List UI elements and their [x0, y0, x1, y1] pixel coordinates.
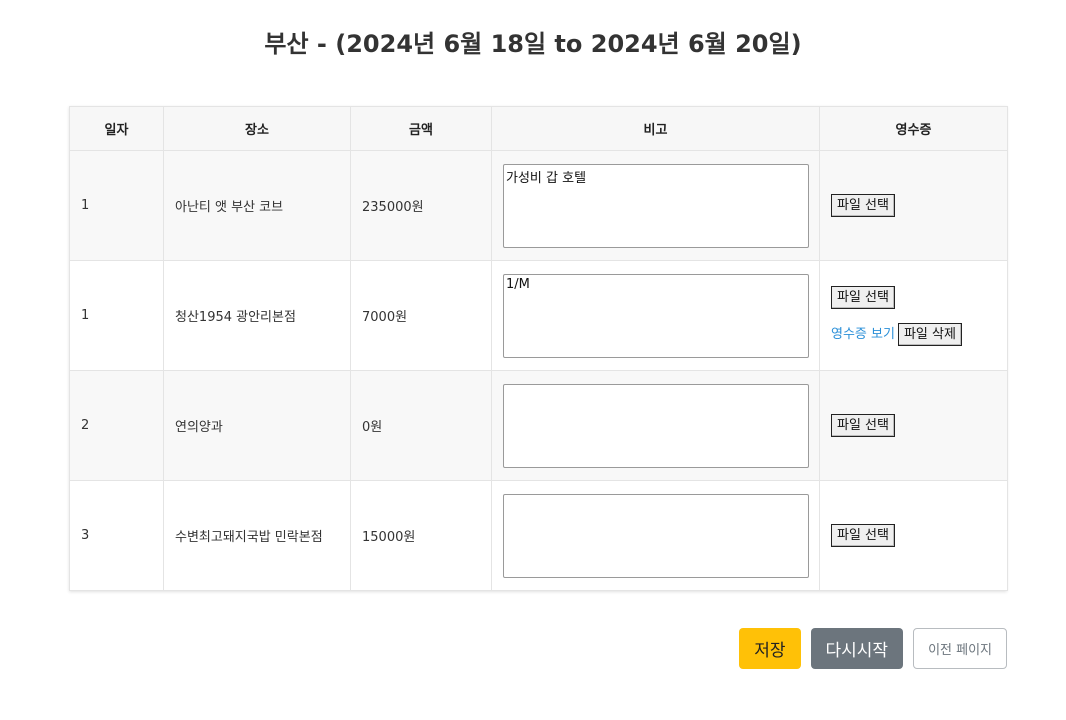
memo-textarea[interactable]: 가성비 갑 호텔	[503, 163, 809, 248]
day-cell: 1	[69, 150, 164, 261]
memo-textarea[interactable]: 1/M	[503, 273, 809, 358]
memo-textarea[interactable]	[503, 493, 809, 578]
receipt-cell: 파일 선택 영수증 보기 파일 삭제	[819, 260, 1008, 371]
amount-cell: 15000원	[350, 480, 492, 591]
memo-cell: 가성비 갑 호텔	[491, 150, 820, 261]
table-row: 3 수변최고돼지국밥 민락본점 15000원 파일 선택	[69, 480, 1008, 591]
header-receipt: 영수증	[819, 106, 1008, 151]
table-row: 1 청산1954 광안리본점 7000원 1/M 파일 선택 영수증 보기 파일 …	[69, 260, 1008, 371]
amount-cell: 235000원	[350, 150, 492, 261]
memo-cell	[491, 480, 820, 591]
header-day: 일자	[69, 106, 164, 151]
file-select-button[interactable]: 파일 선택	[831, 524, 895, 547]
expense-table-container: 일자 장소 금액 비고 영수증 1 아난티 앳 부산 코브 235000원 가성…	[69, 106, 1008, 591]
page-title: 부산 - (2024년 6월 18일 to 2024년 6월 20일)	[264, 30, 802, 58]
table-row: 2 연의양과 0원 파일 선택	[69, 370, 1008, 481]
header-memo: 비고	[491, 106, 820, 151]
place-cell: 청산1954 광안리본점	[163, 260, 351, 371]
place-cell: 수변최고돼지국밥 민락본점	[163, 480, 351, 591]
file-select-button[interactable]: 파일 선택	[831, 414, 895, 437]
memo-textarea[interactable]	[503, 383, 809, 468]
header-amount: 금액	[350, 106, 492, 151]
amount-cell: 7000원	[350, 260, 492, 371]
receipt-actions: 영수증 보기 파일 삭제	[831, 322, 996, 346]
file-select-button[interactable]: 파일 선택	[831, 285, 895, 309]
file-select-button[interactable]: 파일 선택	[831, 194, 895, 217]
day-cell: 1	[69, 260, 164, 371]
restart-button[interactable]: 다시시작	[810, 628, 904, 669]
view-receipt-link[interactable]: 영수증 보기	[831, 327, 895, 342]
memo-cell: 1/M	[491, 260, 820, 371]
footer-buttons: 저장 다시시작 이전 페이지	[739, 628, 1007, 669]
day-cell: 3	[69, 480, 164, 591]
previous-page-button[interactable]: 이전 페이지	[913, 628, 1007, 669]
amount-cell: 0원	[350, 370, 492, 481]
receipt-cell: 파일 선택	[819, 370, 1008, 481]
receipt-cell: 파일 선택	[819, 480, 1008, 591]
expense-table: 일자 장소 금액 비고 영수증 1 아난티 앳 부산 코브 235000원 가성…	[69, 106, 1008, 591]
table-header-row: 일자 장소 금액 비고 영수증	[69, 106, 1008, 151]
header-place: 장소	[163, 106, 351, 151]
save-button[interactable]: 저장	[739, 628, 801, 669]
table-row: 1 아난티 앳 부산 코브 235000원 가성비 갑 호텔 파일 선택	[69, 150, 1008, 261]
receipt-cell: 파일 선택	[819, 150, 1008, 261]
delete-file-button[interactable]: 파일 삭제	[897, 322, 962, 346]
place-cell: 연의양과	[163, 370, 351, 481]
day-cell: 2	[69, 370, 164, 481]
memo-cell	[491, 370, 820, 481]
place-cell: 아난티 앳 부산 코브	[163, 150, 351, 261]
